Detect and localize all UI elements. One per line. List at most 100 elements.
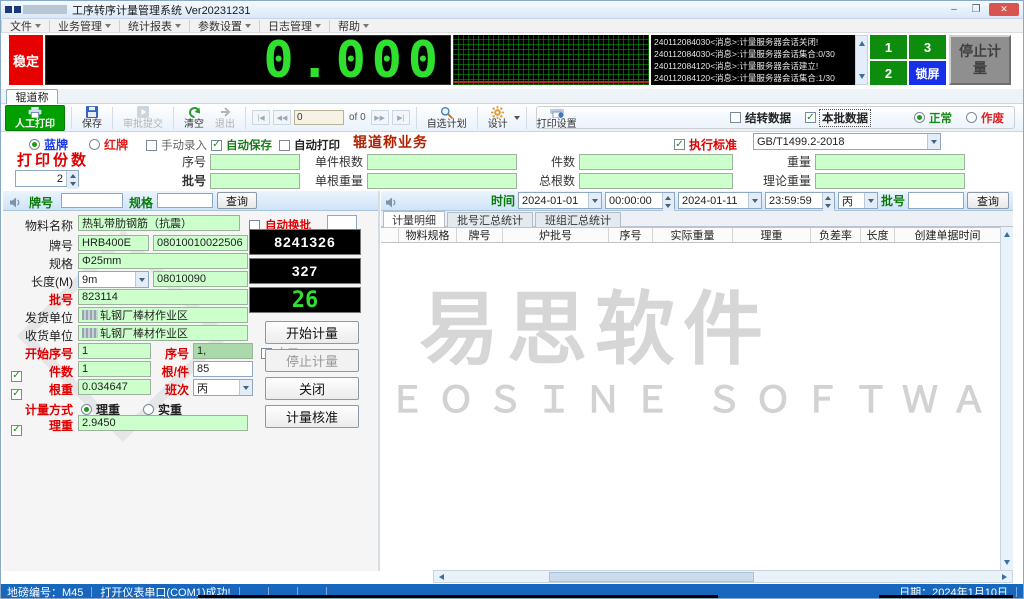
col-heat-batch[interactable]: 炉批号 [503, 228, 609, 242]
bar-weight-checkbox[interactable] [11, 383, 22, 401]
checkbox-icon[interactable] [146, 140, 157, 151]
scroll-left-icon[interactable] [436, 574, 444, 580]
chevron-down-icon[interactable] [927, 134, 940, 149]
checkbox-checked-icon[interactable] [11, 371, 22, 382]
date-from-select[interactable]: 2024-01-01 [518, 192, 602, 209]
checkbox-icon[interactable] [730, 112, 741, 123]
minimize-icon[interactable]: – [945, 3, 963, 16]
checkbox-icon[interactable] [279, 140, 290, 151]
carry-over-checkbox[interactable]: 结转数据 [730, 110, 791, 126]
batch-filter-input[interactable] [908, 192, 964, 209]
chevron-down-icon[interactable] [239, 380, 252, 395]
chevron-down-icon[interactable] [588, 193, 601, 208]
print-copies-stepper[interactable]: 2 [15, 170, 79, 187]
batch-input[interactable] [210, 173, 300, 189]
brand-filter-input[interactable] [61, 193, 123, 208]
col-brand[interactable]: 牌号 [457, 228, 503, 242]
auto-print-checkbox[interactable]: 自动打印 [279, 137, 340, 153]
menu-file[interactable]: 文件 [1, 20, 49, 32]
design-button-group[interactable]: 设计 [484, 105, 520, 131]
checkbox-checked-icon[interactable] [211, 140, 222, 151]
batch-no-input[interactable] [78, 289, 248, 305]
scroll-right-icon[interactable] [1002, 574, 1010, 580]
scroll-down-icon[interactable] [1004, 560, 1010, 568]
tab-roller-scale[interactable]: 辊道称 [6, 89, 58, 104]
pieces-count-input[interactable] [78, 361, 151, 377]
radio-icon[interactable] [143, 404, 154, 415]
stop-metering-button[interactable]: 停止计量 [949, 35, 1011, 85]
menu-business[interactable]: 业务管理 [49, 20, 119, 32]
scroll-up-icon[interactable] [1004, 229, 1010, 237]
chevron-down-icon[interactable] [514, 116, 520, 123]
seq-input[interactable] [210, 154, 300, 170]
time-to-stepper[interactable]: 23:59:59 [765, 192, 835, 209]
pieces-checkbox[interactable] [11, 365, 22, 383]
scroll-up-icon[interactable] [859, 38, 865, 46]
checkbox-checked-icon[interactable] [11, 425, 22, 436]
spin-down-icon[interactable] [823, 202, 834, 211]
shift-filter-select[interactable]: 丙 [838, 192, 878, 209]
spin-up-icon[interactable] [823, 193, 834, 202]
restore-icon[interactable]: ❐ [967, 3, 985, 16]
menu-reports[interactable]: 统计报表 [119, 20, 189, 32]
bars-per-piece-input[interactable] [367, 154, 517, 170]
clear-button[interactable]: 清空 [180, 105, 208, 131]
shift-select[interactable]: 丙 [193, 379, 253, 396]
spinner-arrows[interactable] [822, 193, 834, 208]
auto-batch-input[interactable] [327, 215, 357, 230]
normal-radio[interactable]: 正常 [914, 110, 952, 126]
brand-input[interactable] [78, 235, 149, 251]
menu-logs[interactable]: 日志管理 [259, 20, 329, 32]
scrollbar-thumb[interactable] [549, 572, 754, 582]
radio-icon[interactable] [966, 112, 977, 123]
col-material-spec[interactable]: 物料规格 [399, 228, 457, 242]
theory-weight-input[interactable] [815, 173, 965, 189]
spec-input[interactable] [78, 253, 248, 269]
manual-print-button[interactable]: 人工打印 [5, 105, 65, 131]
table-vertical-scrollbar[interactable] [1000, 227, 1013, 570]
custom-plan-button[interactable]: 自选计划 [423, 105, 471, 131]
pieces-input[interactable] [579, 154, 733, 170]
checkbox-checked-icon[interactable] [805, 112, 816, 123]
lock-screen-button[interactable]: 锁屏 [909, 61, 946, 85]
bar-weight-input[interactable] [78, 379, 151, 395]
nav-record-input[interactable] [294, 110, 344, 125]
red-card-radio[interactable]: 红牌 [89, 136, 128, 153]
spin-down-icon[interactable] [67, 180, 78, 189]
spec-filter-input[interactable] [157, 193, 213, 208]
right-query-button[interactable]: 查询 [967, 192, 1009, 209]
shipper-input[interactable]: 轧钢厂棒材作业区 [78, 307, 248, 323]
start-seq-input[interactable] [78, 343, 151, 359]
void-radio[interactable]: 作废 [966, 110, 1004, 126]
this-batch-checkbox[interactable]: 本批数据 [805, 110, 870, 126]
log-scrollbar[interactable] [855, 35, 868, 85]
chevron-down-icon[interactable] [748, 193, 761, 208]
close-icon[interactable]: ✕ [989, 3, 1019, 16]
design-button[interactable]: 设计 [484, 105, 512, 131]
spinner-arrows[interactable] [662, 193, 674, 208]
weight-input[interactable] [815, 154, 965, 170]
scroll-down-icon[interactable] [859, 74, 865, 82]
per-piece-input[interactable] [193, 361, 253, 377]
checkbox-checked-icon[interactable] [674, 139, 685, 150]
manual-entry-checkbox[interactable]: 手动录入 [146, 137, 207, 153]
tab-shift-summary[interactable]: 班组汇总统计 [535, 212, 621, 227]
theory-value-input[interactable] [78, 415, 248, 431]
col-actual-weight[interactable]: 实际重量 [653, 228, 733, 242]
radio-selected-icon[interactable] [914, 112, 925, 123]
col-length[interactable]: 长度 [861, 228, 895, 242]
radio-selected-icon[interactable] [81, 404, 92, 415]
spin-down-icon[interactable] [663, 202, 674, 211]
exec-standard-checkbox[interactable]: 执行标准 [674, 136, 737, 153]
per-bar-weight-input[interactable] [367, 173, 517, 189]
chevron-down-icon[interactable] [864, 193, 877, 208]
start-metering-button[interactable]: 开始计量 [265, 321, 359, 344]
tab-batch-summary[interactable]: 批号汇总统计 [447, 212, 533, 227]
theory-checkbox[interactable] [11, 419, 22, 437]
seq-current-input[interactable] [193, 343, 253, 359]
total-bars-input[interactable] [579, 173, 733, 189]
length-code-input[interactable] [153, 271, 248, 287]
receiver-input[interactable]: 轧钢厂棒材作业区 [78, 325, 248, 341]
checkbox-checked-icon[interactable] [11, 389, 22, 400]
table-horizontal-scrollbar[interactable] [433, 570, 1013, 583]
